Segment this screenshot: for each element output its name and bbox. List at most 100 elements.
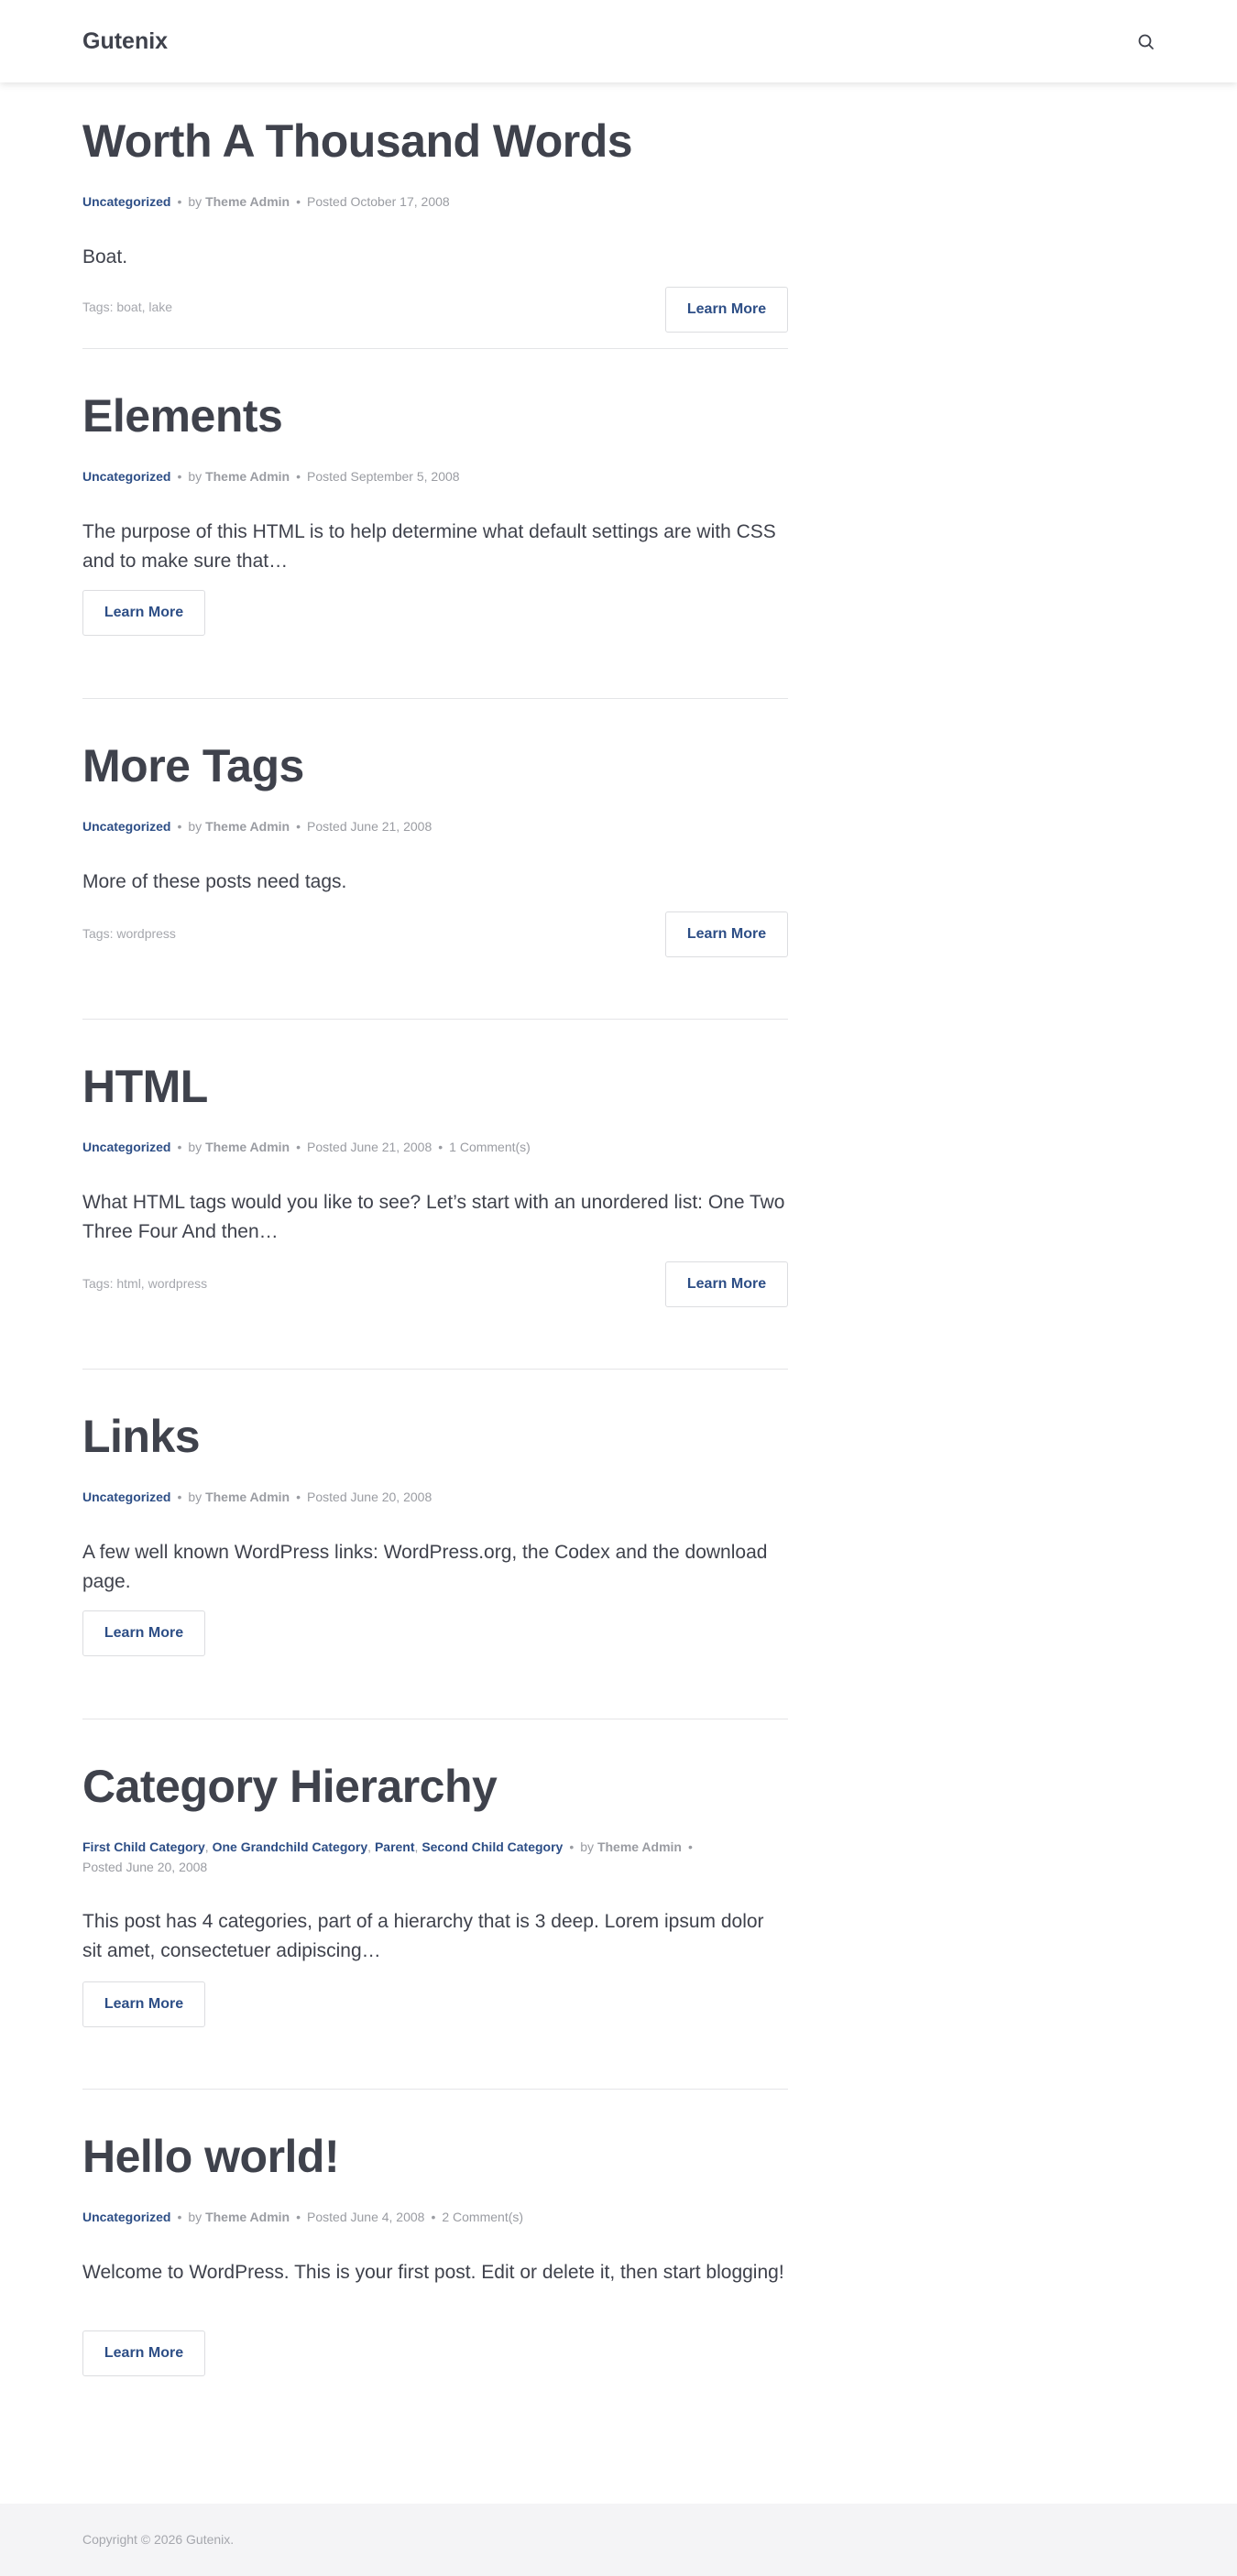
post-tags: Tags: html, wordpress: [82, 1276, 208, 1291]
post-elements: Elements Uncategorized • by Theme Admin • Po…: [82, 388, 788, 636]
post-excerpt: Welcome to WordPress. This is your first…: [82, 2262, 784, 2283]
meta-separator: •: [687, 1839, 693, 1854]
post-meta: Uncategorized • by Theme Admin • Posted June…: [82, 816, 432, 836]
author-link[interactable]: Theme Admin: [597, 1839, 682, 1854]
post-divider: [82, 2089, 788, 2090]
post-meta: Uncategorized • by Theme Admin • Posted June…: [82, 2207, 523, 2227]
category-comma: ,: [367, 1839, 372, 1854]
learn-more-button[interactable]: Learn More: [82, 590, 205, 636]
post-title[interactable]: Worth A Thousand Words: [82, 114, 788, 169]
site-footer: Copyright © 2026 Gutenix.: [0, 2504, 1237, 2576]
comments-link[interactable]: 1 Comment(s): [449, 1140, 531, 1154]
meta-separator: •: [296, 1140, 301, 1154]
category-link[interactable]: First Child Category: [82, 1839, 205, 1854]
post-html: HTML Uncategorized • by Theme Admin • Posted…: [82, 1059, 788, 1315]
post-worth-a-thousand-words: Worth A Thousand Words Uncategorized • by …: [82, 114, 788, 333]
post-category-hierarchy: Category Hierarchy First Child Category,…: [82, 1759, 788, 2034]
post-meta: Uncategorized • by Theme Admin • Posted June…: [82, 1137, 531, 1157]
author-prefix: by: [188, 1490, 203, 1504]
post-excerpt: Boat.: [82, 246, 128, 267]
post-title[interactable]: Category Hierarchy: [82, 1759, 788, 1814]
author-prefix: by: [188, 2210, 203, 2224]
category-link[interactable]: Parent: [375, 1839, 415, 1854]
meta-separator: •: [296, 194, 301, 209]
post-tags: Tags: boat, lake: [82, 300, 173, 314]
learn-more-button[interactable]: Learn More: [82, 1610, 205, 1656]
category-comma: ,: [414, 1839, 419, 1854]
meta-separator: •: [177, 819, 182, 834]
post-date: Posted June 20, 2008: [307, 1490, 432, 1504]
post-title[interactable]: Hello world!: [82, 2129, 788, 2184]
meta-separator: •: [569, 1839, 575, 1854]
meta-separator: •: [177, 469, 182, 484]
post-title[interactable]: More Tags: [82, 738, 788, 793]
category-link[interactable]: Uncategorized: [82, 2210, 170, 2224]
category-link[interactable]: Uncategorized: [82, 1490, 170, 1504]
post-title[interactable]: HTML: [82, 1059, 788, 1114]
author-link[interactable]: Theme Admin: [205, 819, 290, 834]
post-meta: Uncategorized • by Theme Admin • Posted Octo…: [82, 191, 450, 212]
post-date: Posted June 21, 2008: [307, 819, 432, 834]
post-more-tags: More Tags Uncategorized • by Theme Admin • P…: [82, 738, 788, 967]
post-meta: Uncategorized • by Theme Admin • Posted Sept…: [82, 466, 460, 486]
author-link[interactable]: Theme Admin: [205, 194, 290, 209]
author-prefix: by: [188, 469, 203, 484]
copyright-text: Copyright © 2026 Gutenix.: [82, 2532, 235, 2547]
author-link[interactable]: Theme Admin: [205, 1140, 290, 1154]
author-prefix: by: [188, 194, 203, 209]
post-meta: Uncategorized • by Theme Admin • Posted June…: [82, 1487, 432, 1507]
author-link[interactable]: Theme Admin: [205, 469, 290, 484]
learn-more-button[interactable]: Learn More: [665, 287, 788, 333]
meta-separator: •: [296, 469, 301, 484]
post-links: Links Uncategorized • by Theme Admin • Poste…: [82, 1409, 788, 1665]
learn-more-button[interactable]: Learn More: [82, 1981, 205, 2027]
post-excerpt: The purpose of this HTML is to help dete…: [82, 521, 776, 572]
post-date: Posted June 21, 2008: [307, 1140, 432, 1154]
category-link[interactable]: One Grandchild Category: [213, 1839, 368, 1854]
learn-more-button[interactable]: Learn More: [82, 2330, 205, 2376]
site-header: Gutenix: [0, 0, 1237, 82]
category-link[interactable]: Second Child Category: [421, 1839, 563, 1854]
post-excerpt: What HTML tags would you like to see? Le…: [82, 1192, 785, 1242]
meta-separator: •: [177, 194, 182, 209]
post-date: Posted June 20, 2008: [82, 1860, 208, 1874]
post-excerpt: A few well known WordPress links: WordPr…: [82, 1542, 768, 1592]
post-date: Posted September 5, 2008: [307, 469, 460, 484]
post-title[interactable]: Links: [82, 1409, 788, 1464]
meta-separator: •: [438, 1140, 443, 1154]
post-date: Posted October 17, 2008: [307, 194, 450, 209]
post-divider: [82, 348, 788, 349]
category-link[interactable]: Uncategorized: [82, 819, 170, 834]
author-prefix: by: [188, 819, 203, 834]
post-excerpt: More of these posts need tags.: [82, 871, 347, 892]
post-meta: First Child Category, One Grandchild Cat…: [82, 1837, 788, 1877]
site-logo[interactable]: Gutenix: [82, 28, 168, 55]
learn-more-button[interactable]: Learn More: [665, 1261, 788, 1307]
author-prefix: by: [188, 1140, 203, 1154]
post-divider: [82, 1369, 788, 1370]
post-divider: [82, 1019, 788, 1020]
post-tags: Tags: wordpress: [82, 926, 176, 941]
category-link[interactable]: Uncategorized: [82, 1140, 170, 1154]
meta-separator: •: [177, 1490, 182, 1504]
category-comma: ,: [204, 1839, 209, 1854]
post-hello-world: Hello world! Uncategorized • by Theme Admi…: [82, 2129, 788, 2385]
meta-separator: •: [177, 1140, 182, 1154]
meta-separator: •: [296, 819, 301, 834]
author-link[interactable]: Theme Admin: [205, 2210, 290, 2224]
author-prefix: by: [580, 1839, 595, 1854]
learn-more-button[interactable]: Learn More: [665, 911, 788, 957]
post-excerpt: This post has 4 categories, part of a hi…: [82, 1911, 764, 1961]
search-icon: [1138, 34, 1154, 49]
category-link[interactable]: Uncategorized: [82, 469, 170, 484]
comments-link[interactable]: 2 Comment(s): [442, 2210, 523, 2224]
meta-separator: •: [177, 2210, 182, 2224]
post-divider: [82, 698, 788, 699]
search-button[interactable]: [1134, 30, 1158, 54]
author-link[interactable]: Theme Admin: [205, 1490, 290, 1504]
meta-separator: •: [296, 2210, 301, 2224]
category-link[interactable]: Uncategorized: [82, 194, 170, 209]
meta-separator: •: [431, 2210, 436, 2224]
post-title[interactable]: Elements: [82, 388, 788, 443]
meta-separator: •: [296, 1490, 301, 1504]
